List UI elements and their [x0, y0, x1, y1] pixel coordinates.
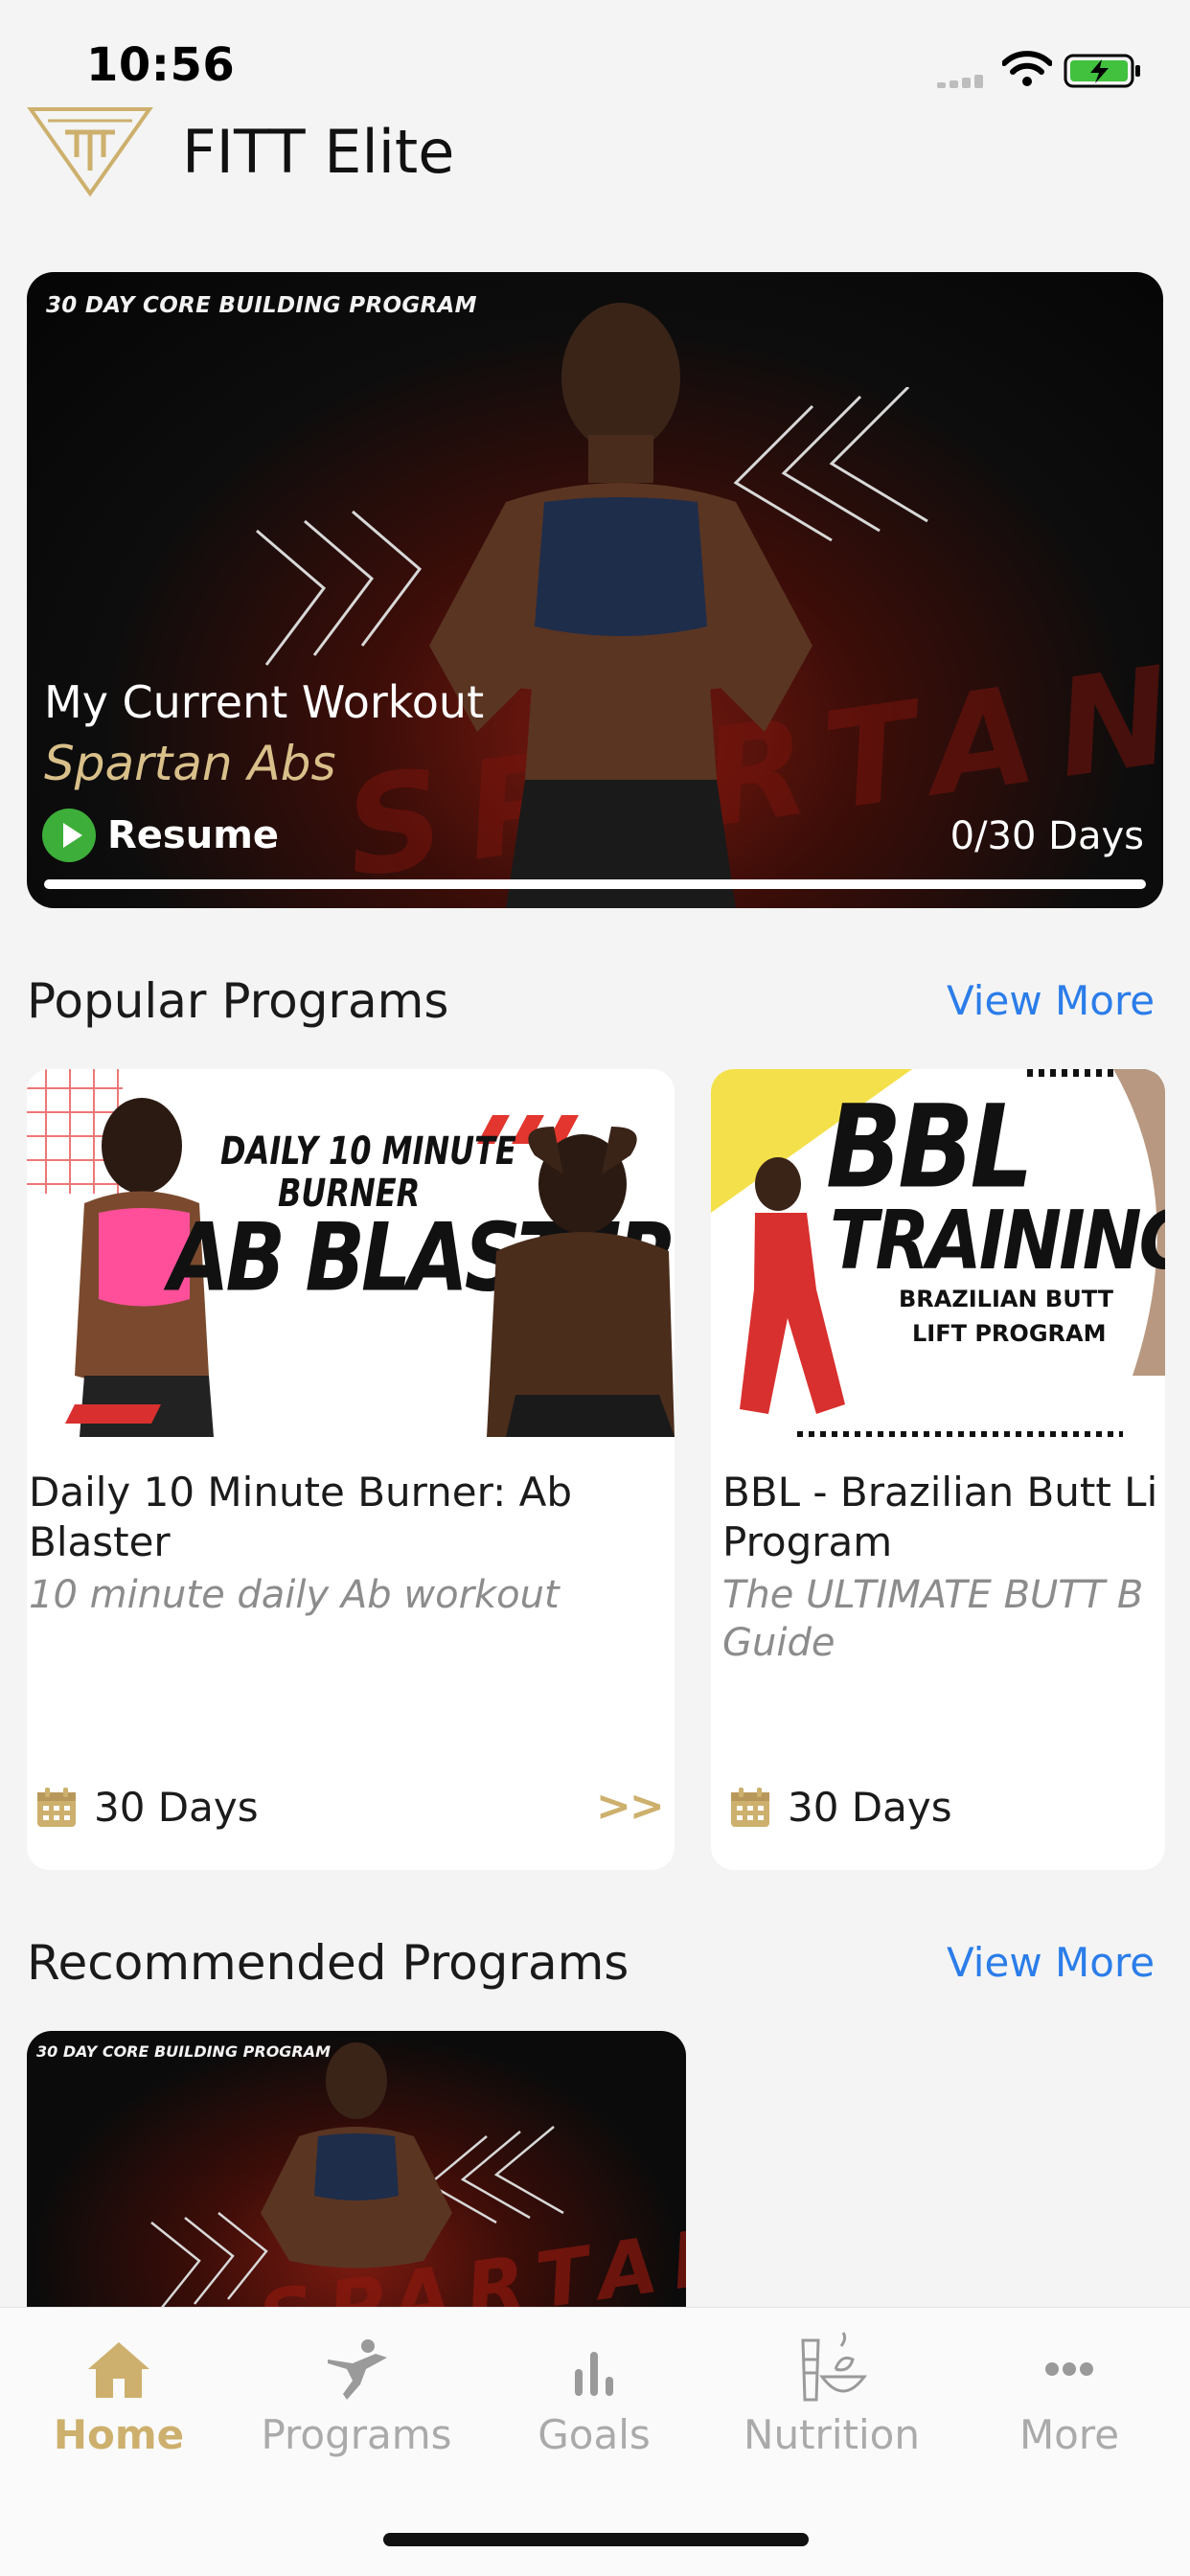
recommended-programs-title: Recommended Programs	[27, 1935, 629, 1991]
play-icon	[42, 809, 96, 862]
current-workout-label: My Current Workout	[44, 676, 485, 728]
goals-icon	[575, 2352, 613, 2396]
brand-logo-icon	[27, 107, 153, 197]
open-program-arrows[interactable]: >>	[596, 1782, 665, 1831]
battery-charging-icon	[1064, 54, 1140, 88]
tab-nutrition-label: Nutrition	[744, 2411, 920, 2458]
trainer-man-image	[487, 1127, 675, 1437]
tab-programs[interactable]: Programs	[238, 2331, 475, 2458]
card-image-line1: DAILY 10 MINUTE	[220, 1128, 516, 1174]
program-card-title: Daily 10 Minute Burner: Ab Blaster	[29, 1469, 573, 1565]
program-card-image: BBL TRAINING BRAZILIAN BUTT LIFT PROGRAM	[711, 1069, 1165, 1437]
tab-more-label: More	[1018, 2411, 1120, 2458]
program-card-image: DAILY 10 MINUTE BURNER AB BLASTER	[27, 1069, 675, 1437]
athlete-image	[429, 303, 812, 908]
tab-goals-label: Goals	[538, 2411, 651, 2458]
home-indicator[interactable]	[383, 2533, 809, 2546]
program-card-subtitle: 10 minute daily Ab workout	[29, 1573, 560, 1617]
tab-more[interactable]: More	[950, 2331, 1188, 2458]
program-card-ab-blaster[interactable]: DAILY 10 MINUTE BURNER AB BLASTER Daily …	[27, 1069, 675, 1870]
recommended-view-more-link[interactable]: View More	[947, 1939, 1155, 1986]
popular-view-more-link[interactable]: View More	[947, 977, 1155, 1024]
card-image-line2: TRAINING	[830, 1193, 1165, 1288]
status-time: 10:56	[86, 38, 236, 92]
app-title: FITT Elite	[182, 117, 455, 187]
program-card-days: 30 Days	[94, 1784, 259, 1831]
program-card-subtitle: The ULTIMATE BUTT B Guide	[722, 1573, 1144, 1665]
resume-button[interactable]: Resume	[42, 809, 279, 862]
current-workout-card[interactable]: SPARTAN 30 DAY CORE BUILDING PROGRAM My …	[27, 272, 1163, 908]
home-icon	[88, 2342, 149, 2398]
hero-program-tag: 30 DAY CORE BUILDING PROGRAM	[46, 293, 477, 318]
tab-home[interactable]: Home	[0, 2331, 238, 2458]
nutrition-icon	[801, 2332, 867, 2402]
days-progress-text: 0/30 Days	[950, 814, 1144, 858]
athlete-image	[261, 2042, 452, 2268]
wifi-icon	[1002, 51, 1052, 86]
popular-programs-title: Popular Programs	[27, 973, 449, 1029]
cellular-signal-icon	[937, 75, 987, 88]
tab-nutrition[interactable]: Nutrition	[713, 2331, 950, 2458]
program-card-days: 30 Days	[788, 1784, 952, 1831]
recommended-program-card[interactable]: 30 DAY CORE BUILDING PROGRAM SPARTAN	[27, 2031, 686, 2318]
card-image-line3: BRAZILIAN BUTT	[899, 1286, 1113, 1312]
tab-home-label: Home	[53, 2411, 185, 2458]
current-workout-title: Spartan Abs	[44, 736, 336, 791]
resume-label: Resume	[107, 813, 280, 857]
tab-goals[interactable]: Goals	[475, 2331, 713, 2458]
program-card-bbl[interactable]: BBL TRAINING BRAZILIAN BUTT LIFT PROGRAM…	[711, 1069, 1165, 1870]
calendar-icon	[37, 1788, 76, 1827]
progress-bar	[44, 879, 1146, 889]
card-image-line4: LIFT PROGRAM	[912, 1320, 1107, 1347]
more-icon	[1045, 2362, 1093, 2376]
tab-programs-label: Programs	[261, 2411, 452, 2458]
programs-icon	[328, 2339, 387, 2400]
calendar-icon	[731, 1788, 769, 1827]
program-card-title: BBL - Brazilian Butt Li Program	[722, 1469, 1158, 1565]
